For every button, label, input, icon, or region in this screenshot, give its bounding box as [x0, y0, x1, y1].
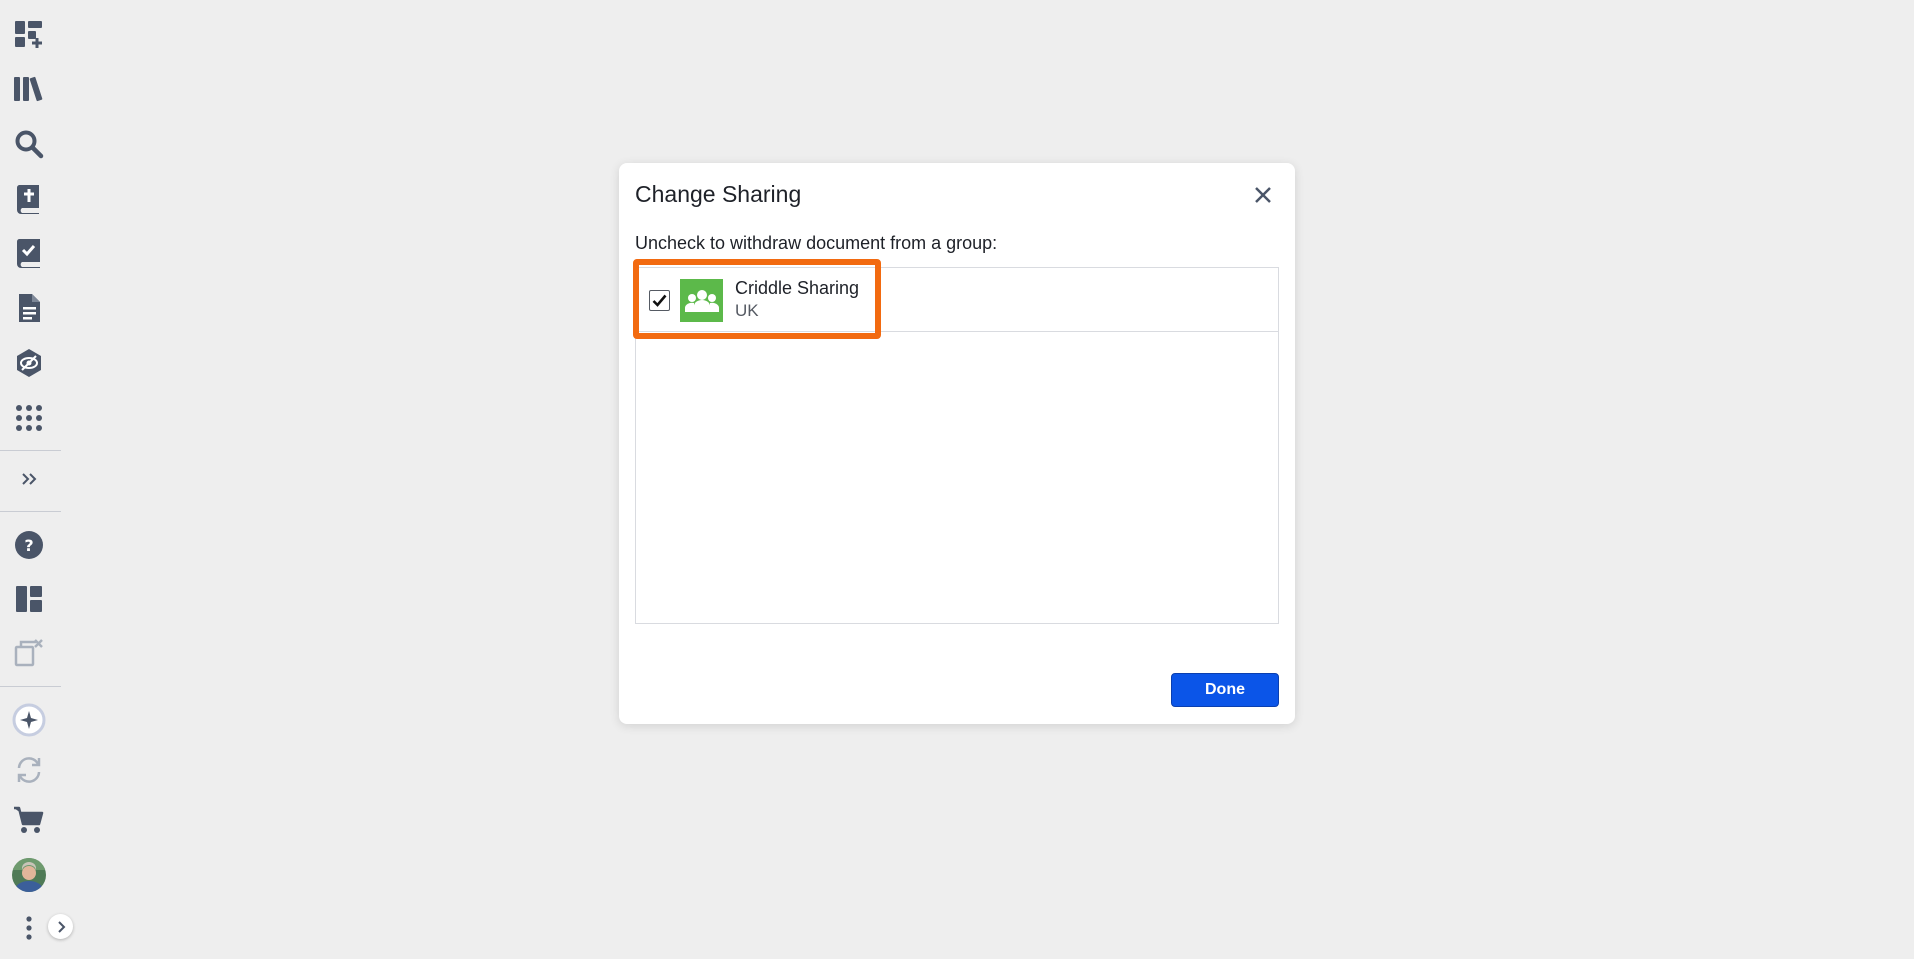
dialog-instruction: Uncheck to withdraw document from a grou… — [635, 233, 998, 253]
group-avatar — [680, 279, 723, 322]
chevron-right-icon — [57, 920, 65, 933]
sync-icon — [12, 753, 46, 787]
close-button[interactable] — [1249, 181, 1277, 209]
done-button[interactable]: Done — [1171, 673, 1279, 707]
group-row: Criddle Sharing UK — [633, 259, 1278, 339]
sidebar-divider — [0, 511, 61, 512]
expand-chevrons-icon[interactable] — [12, 462, 46, 496]
dialog-title: Change Sharing — [635, 181, 802, 207]
group-people-icon — [684, 289, 719, 312]
cart-icon[interactable] — [12, 803, 46, 837]
group-checkbox[interactable] — [649, 290, 670, 311]
group-list: Criddle Sharing UK — [633, 259, 1279, 624]
sidebar-divider — [0, 686, 61, 687]
sidebar: ? — [0, 0, 73, 959]
group-name: Criddle Sharing — [735, 278, 860, 298]
close-panels-icon — [12, 636, 46, 670]
library-icon[interactable] — [12, 72, 46, 106]
visual-filter-icon[interactable] — [12, 346, 46, 380]
close-icon — [1255, 187, 1271, 203]
change-sharing-dialog: Change Sharing Uncheck to withdraw docum… — [619, 163, 1295, 724]
bible-icon[interactable] — [12, 182, 46, 216]
apps-grid-icon[interactable] — [12, 401, 46, 435]
sidebar-divider — [0, 450, 61, 451]
checkmark-icon — [652, 294, 667, 307]
dashboard-add-icon[interactable] — [12, 17, 46, 51]
user-avatar[interactable] — [12, 858, 46, 892]
svg-text:?: ? — [24, 536, 33, 555]
tasks-icon[interactable] — [12, 236, 46, 270]
more-vertical-icon[interactable] — [12, 911, 46, 945]
sidebar-expand-toggle[interactable] — [48, 914, 73, 939]
search-icon[interactable] — [12, 127, 46, 161]
group-subtitle: UK — [735, 301, 759, 320]
help-icon[interactable]: ? — [12, 528, 46, 562]
document-icon[interactable] — [12, 291, 46, 325]
layouts-icon[interactable] — [12, 582, 46, 616]
ai-assistant-icon[interactable] — [12, 703, 46, 737]
